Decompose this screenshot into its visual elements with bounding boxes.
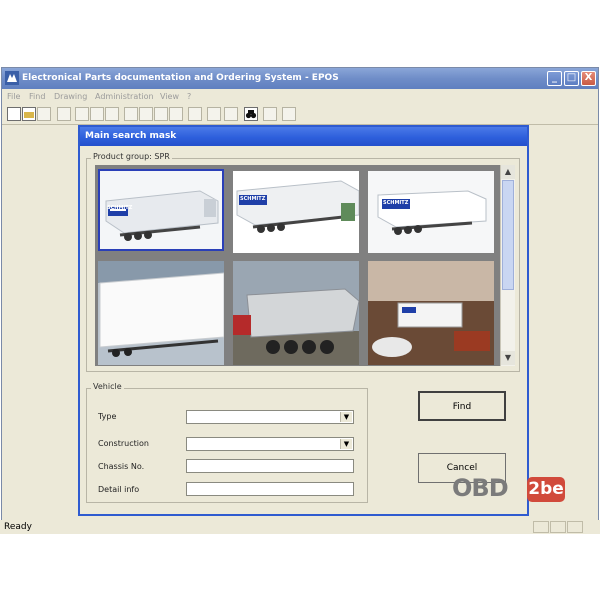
parts-list-icon[interactable] [188,107,202,121]
detail-label: Detail info [98,485,140,494]
menu-drawing[interactable]: Drawing [54,92,87,101]
menu-bar: File Find Drawing Administration View ? [2,89,598,105]
trailer-interior-image [368,261,494,365]
window-title: Electronical Parts documentation and Ord… [22,73,339,83]
first-icon[interactable] [124,107,138,121]
construction-select[interactable]: ▼ [186,437,354,451]
thumb-1-brand: SCHMITZ [107,205,133,211]
dialog-titlebar[interactable]: Main search mask [80,127,527,146]
dialog-title: Main search mask [85,131,177,141]
minimize-button[interactable]: _ [547,71,562,86]
detail-input[interactable] [186,482,354,496]
curtain-trailer-image [233,171,359,253]
save-icon[interactable] [37,107,51,121]
app-logo-icon [5,71,19,85]
vehicle-group-label: Vehicle [91,382,124,391]
toolbar [2,105,598,125]
construction-label: Construction [98,439,149,448]
type-select[interactable]: ▼ [186,410,354,424]
thumb-3-brand: SCHMITZ [383,200,409,206]
menu-find[interactable]: Find [29,92,45,101]
watermark-text: OBD [452,474,509,502]
watermark-badge: 2be [527,477,565,502]
table-icon[interactable] [207,107,221,121]
chassis-input[interactable] [186,459,354,473]
refresh-icon[interactable] [263,107,277,121]
zoom-in-icon[interactable] [75,107,89,121]
print-icon[interactable] [57,107,71,121]
product-thumb-5[interactable] [233,261,359,365]
thumb-2-brand: SCHMITZ [240,196,266,202]
menu-file[interactable]: File [7,92,20,101]
fit-icon[interactable] [105,107,119,121]
status-panel [533,521,549,533]
next-icon[interactable] [154,107,168,121]
close-button[interactable]: X [581,71,596,86]
menu-help[interactable]: ? [187,92,191,101]
scroll-down-icon[interactable]: ▼ [501,351,515,365]
find-button[interactable]: Find [418,391,506,421]
scroll-up-icon[interactable]: ▲ [501,165,515,179]
doc-icon[interactable] [224,107,238,121]
reefer-trailer-image [368,171,494,253]
status-text: Ready [4,522,32,532]
chassis-label: Chassis No. [98,462,145,471]
product-group-label: Product group: SPR [91,152,172,161]
product-thumb-3[interactable] [368,171,494,253]
open-icon[interactable] [22,107,36,121]
tool-icon[interactable] [282,107,296,121]
product-thumb-4[interactable] [98,261,224,365]
status-panel [567,521,583,533]
chevron-down-icon[interactable]: ▼ [340,412,352,422]
menu-administration[interactable]: Administration [95,92,154,101]
scroll-thumb[interactable] [502,180,514,290]
box-trailer-image [98,261,224,365]
product-thumb-2[interactable] [233,171,359,253]
zoom-out-icon[interactable] [90,107,104,121]
window-titlebar[interactable]: Electronical Parts documentation and Ord… [2,68,598,89]
gallery-scrollbar[interactable]: ▲ ▼ [500,165,515,366]
maximize-button[interactable]: □ [564,71,579,86]
chevron-down-icon[interactable]: ▼ [340,439,352,449]
prev-icon[interactable] [139,107,153,121]
menu-view[interactable]: View [160,92,179,101]
product-thumb-6[interactable] [368,261,494,365]
last-icon[interactable] [169,107,183,121]
type-label: Type [98,412,117,421]
status-panel [550,521,566,533]
new-icon[interactable] [7,107,21,121]
status-bar [0,520,600,534]
find-binoculars-icon[interactable] [244,107,258,121]
tipper-trailer-image [233,261,359,365]
